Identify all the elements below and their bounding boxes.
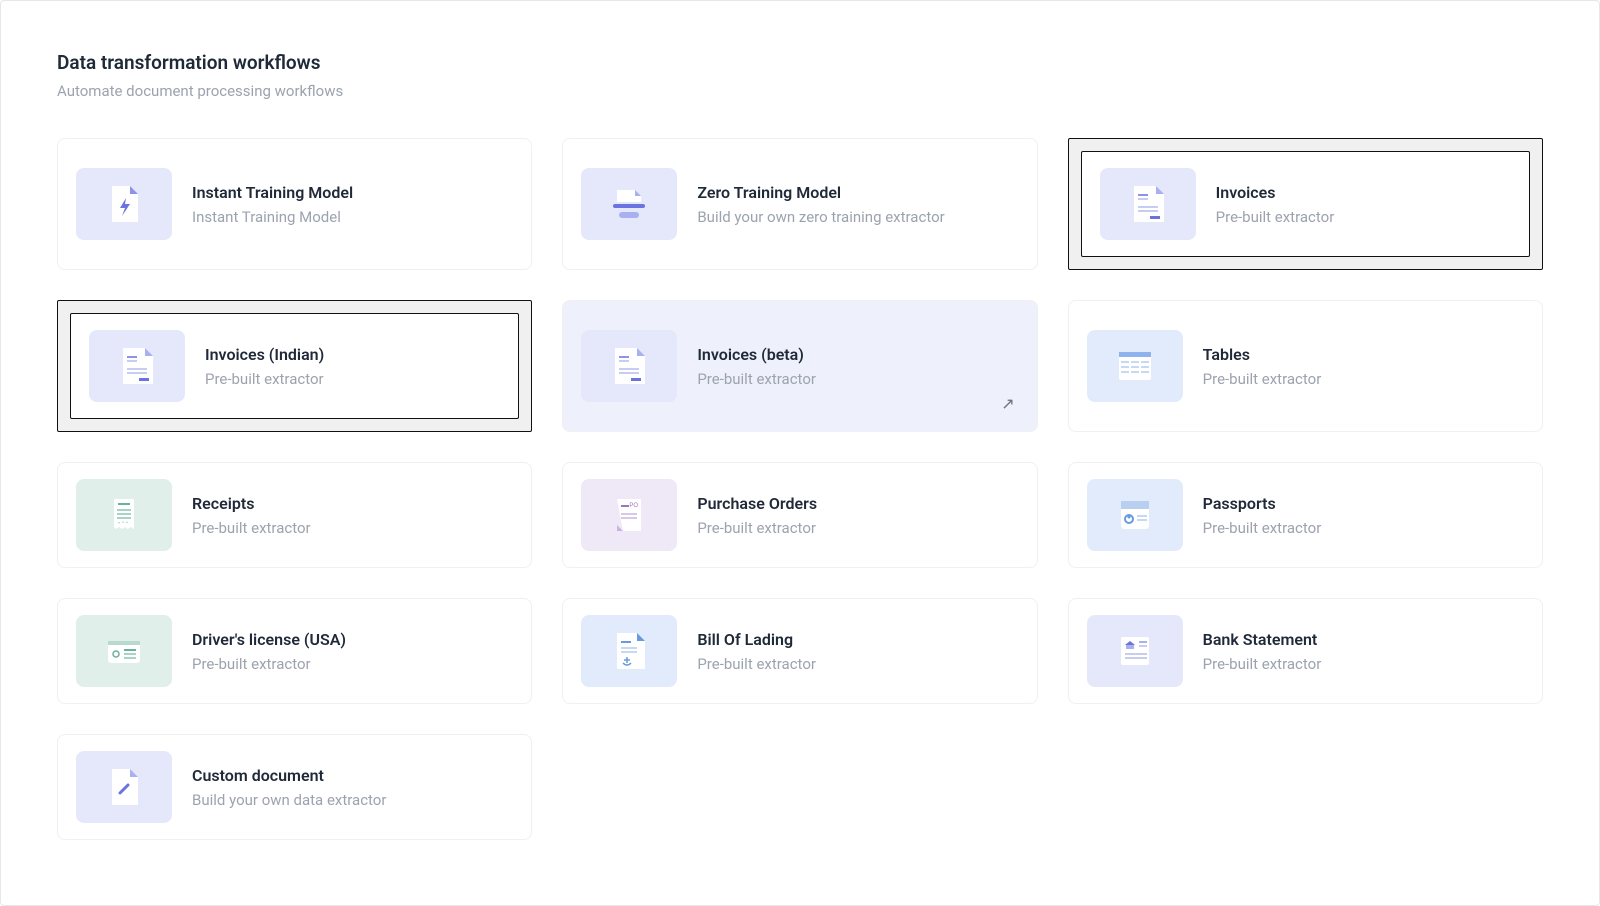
card-title: Purchase Orders <box>697 494 817 513</box>
bill-of-lading-icon <box>581 615 677 687</box>
open-arrow-icon[interactable]: ↗ <box>1001 394 1014 413</box>
card-zero-training-model[interactable]: Zero Training Model Build your own zero … <box>562 138 1037 270</box>
card-desc: Pre-built extractor <box>1203 655 1322 673</box>
card-bank-statement[interactable]: Bank Statement Pre-built extractor <box>1068 598 1543 704</box>
card-invoices-indian[interactable]: Invoices (Indian) Pre-built extractor <box>70 313 519 419</box>
card-desc: Build your own zero training extractor <box>697 208 944 226</box>
card-title: Tables <box>1203 345 1322 364</box>
card-desc: Instant Training Model <box>192 208 353 226</box>
purchase-order-icon: PO <box>581 479 677 551</box>
card-title: Invoices <box>1216 183 1335 202</box>
card-text: Invoices (beta) Pre-built extractor <box>697 345 816 388</box>
card-text: Receipts Pre-built extractor <box>192 494 311 537</box>
passport-icon <box>1087 479 1183 551</box>
page-title: Data transformation workflows <box>57 51 1543 74</box>
card-desc: Pre-built extractor <box>192 655 346 673</box>
card-title: Zero Training Model <box>697 183 944 202</box>
card-bill-of-lading[interactable]: Bill Of Lading Pre-built extractor <box>562 598 1037 704</box>
card-text: Zero Training Model Build your own zero … <box>697 183 944 226</box>
card-passports[interactable]: Passports Pre-built extractor <box>1068 462 1543 568</box>
card-drivers-license-usa[interactable]: Driver's license (USA) Pre-built extract… <box>57 598 532 704</box>
page-subtitle: Automate document processing workflows <box>57 82 1543 100</box>
card-title: Instant Training Model <box>192 183 353 202</box>
custom-doc-icon <box>76 751 172 823</box>
card-invoices-beta[interactable]: Invoices (beta) Pre-built extractor ↗ <box>562 300 1037 432</box>
card-text: Driver's license (USA) Pre-built extract… <box>192 630 346 673</box>
card-title: Passports <box>1203 494 1322 513</box>
invoice-doc-icon <box>89 330 185 402</box>
id-card-icon <box>76 615 172 687</box>
table-icon <box>1087 330 1183 402</box>
card-title: Receipts <box>192 494 311 513</box>
card-text: Invoices (Indian) Pre-built extractor <box>205 345 324 388</box>
scanner-icon <box>581 168 677 240</box>
page-frame: Data transformation workflows Automate d… <box>0 0 1600 906</box>
card-tables[interactable]: Tables Pre-built extractor <box>1068 300 1543 432</box>
card-title: Invoices (beta) <box>697 345 816 364</box>
card-title: Invoices (Indian) <box>205 345 324 364</box>
card-purchase-orders[interactable]: PO Purchase Orders Pre-built extractor <box>562 462 1037 568</box>
card-custom-document[interactable]: Custom document Build your own data extr… <box>57 734 532 840</box>
card-text: Invoices Pre-built extractor <box>1216 183 1335 226</box>
card-desc: Pre-built extractor <box>697 519 817 537</box>
card-desc: Pre-built extractor <box>1216 208 1335 226</box>
card-desc: Pre-built extractor <box>1203 519 1322 537</box>
invoice-doc-icon <box>581 330 677 402</box>
card-text: Bill Of Lading Pre-built extractor <box>697 630 816 673</box>
card-desc: Build your own data extractor <box>192 791 386 809</box>
highlight-invoices-indian: Invoices (Indian) Pre-built extractor <box>57 300 532 432</box>
card-title: Bill Of Lading <box>697 630 816 649</box>
card-desc: Pre-built extractor <box>697 370 816 388</box>
bank-statement-icon <box>1087 615 1183 687</box>
card-text: Purchase Orders Pre-built extractor <box>697 494 817 537</box>
card-text: Passports Pre-built extractor <box>1203 494 1322 537</box>
card-desc: Pre-built extractor <box>192 519 311 537</box>
invoice-doc-icon <box>1100 168 1196 240</box>
card-desc: Pre-built extractor <box>205 370 324 388</box>
card-text: Tables Pre-built extractor <box>1203 345 1322 388</box>
card-text: Instant Training Model Instant Training … <box>192 183 353 226</box>
card-invoices[interactable]: Invoices Pre-built extractor <box>1081 151 1530 257</box>
workflow-grid: Instant Training Model Instant Training … <box>57 138 1543 840</box>
svg-text:PO: PO <box>630 503 639 509</box>
card-desc: Pre-built extractor <box>1203 370 1322 388</box>
card-text: Bank Statement Pre-built extractor <box>1203 630 1322 673</box>
receipt-icon <box>76 479 172 551</box>
card-title: Bank Statement <box>1203 630 1322 649</box>
lightning-doc-icon <box>76 168 172 240</box>
card-instant-training-model[interactable]: Instant Training Model Instant Training … <box>57 138 532 270</box>
card-title: Driver's license (USA) <box>192 630 346 649</box>
highlight-invoices: Invoices Pre-built extractor <box>1068 138 1543 270</box>
card-title: Custom document <box>192 766 386 785</box>
card-receipts[interactable]: Receipts Pre-built extractor <box>57 462 532 568</box>
card-desc: Pre-built extractor <box>697 655 816 673</box>
card-text: Custom document Build your own data extr… <box>192 766 386 809</box>
